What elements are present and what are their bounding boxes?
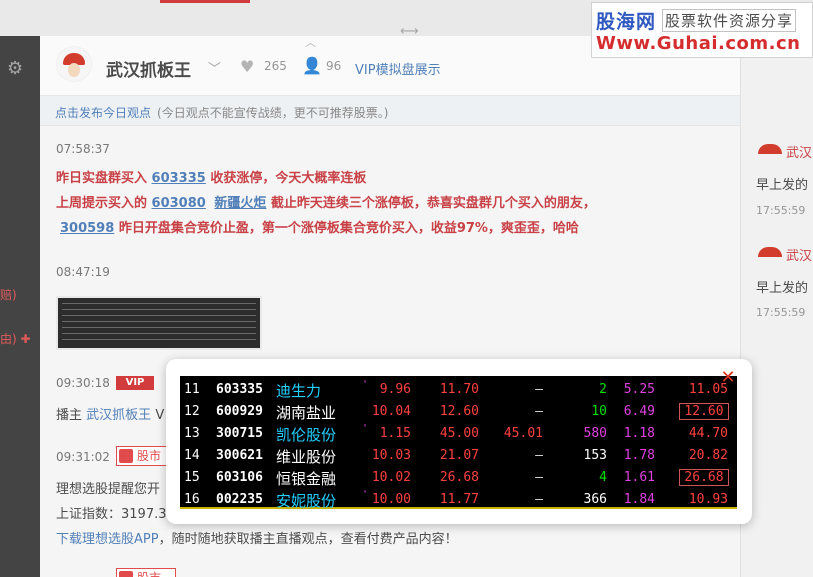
- stock-name-cell: 凯伦股份: [276, 426, 337, 444]
- table-row: 14 300621 维业股份 10.03 21.07 — 153 1.78 20.82: [180, 445, 737, 467]
- volume-cell: 580: [583, 426, 607, 441]
- table-row: 15 603106 恒银金融 10.02 26.68 — 4 1.61 26.68: [180, 467, 737, 489]
- row-index-cell: 16: [184, 492, 200, 507]
- volume-cell: 2: [599, 382, 607, 397]
- change-percent-cell: 10.02: [371, 470, 411, 485]
- change-percent-cell: 10.04: [371, 404, 411, 419]
- ratio-cell: 6.49: [623, 404, 655, 419]
- stock-name-cell: 湖南盐业: [276, 404, 337, 422]
- stock-code-cell: 600929: [216, 404, 263, 419]
- price-cell: 11.70: [439, 382, 479, 397]
- limit-price-cell: —: [535, 404, 543, 419]
- stock-name-cell: 安妮股份: [276, 492, 337, 510]
- price-cell: 11.77: [439, 492, 479, 507]
- volume-cell: 10: [591, 404, 607, 419]
- marker-cell: ': [362, 489, 369, 500]
- marker-cell: ': [362, 423, 369, 434]
- stock-name-cell: 恒银金融: [276, 470, 337, 488]
- stock-code-cell: 603106: [216, 470, 263, 485]
- marker-cell: ': [362, 379, 369, 390]
- stock-code-cell: 300715: [216, 426, 263, 441]
- price-cell: 45.00: [439, 426, 479, 441]
- row-index-cell: 12: [184, 404, 200, 419]
- row-index-cell: 15: [184, 470, 200, 485]
- ratio-cell: 1.78: [623, 448, 655, 463]
- volume-cell: 153: [583, 448, 607, 463]
- stock-code-cell: 002235: [216, 492, 263, 507]
- row-index-cell: 14: [184, 448, 200, 463]
- ratio-cell: 5.25: [623, 382, 655, 397]
- table-row: 12 600929 湖南盐业 10.04 12.60 — 10 6.49 12.60: [180, 401, 737, 423]
- volume-cell: 4: [599, 470, 607, 485]
- stock-quote-table: 11 603335 迪生力 ' 9.96 11.70—2 5.25 11.05 12 600929…: [180, 376, 737, 511]
- limit-price-cell: —: [535, 382, 543, 397]
- price-cell: 26.68: [439, 470, 479, 485]
- change-percent-cell: 9.96: [379, 382, 411, 397]
- change-percent-cell: 10.03: [371, 448, 411, 463]
- ratio-cell: 1.18: [623, 426, 655, 441]
- row-index-cell: 13: [184, 426, 200, 441]
- limit-price-cell: 45.01: [503, 426, 543, 441]
- table-row: 11 603335 迪生力 ' 9.96 11.70—2 5.25 11.05: [180, 379, 737, 401]
- last-price-cell: 20.82: [688, 448, 728, 463]
- image-preview-modal: 11 603335 迪生力 ' 9.96 11.70—2 5.25 11.05 12 600929…: [166, 359, 752, 524]
- last-price-cell: 44.70: [688, 426, 728, 441]
- limit-price-cell: —: [535, 448, 543, 463]
- ratio-cell: 1.61: [623, 470, 655, 485]
- last-price-cell: 26.68: [679, 469, 729, 486]
- stock-code-cell: 603335: [216, 382, 263, 397]
- close-icon[interactable]: ✕: [718, 369, 738, 389]
- volume-cell: 366: [583, 492, 607, 507]
- limit-price-cell: —: [535, 470, 543, 485]
- last-price-cell: 12.60: [679, 403, 729, 420]
- stock-name-cell: 迪生力: [276, 382, 322, 400]
- ratio-cell: 1.84: [623, 492, 655, 507]
- change-percent-cell: 1.15: [379, 426, 411, 441]
- limit-price-cell: —: [535, 492, 543, 507]
- stock-name-cell: 维业股份: [276, 448, 337, 466]
- table-row: 16 002235 安妮股份 ' 10.00 11.77 — 366 1.84 10.93: [180, 489, 737, 511]
- price-cell: 12.60: [439, 404, 479, 419]
- last-price-cell: 10.93: [688, 492, 728, 507]
- price-cell: 21.07: [439, 448, 479, 463]
- stock-code-cell: 300621: [216, 448, 263, 463]
- table-row: 13 300715 凯伦股份 ' 1.15 45.00 45.01 580 1.18 44.70: [180, 423, 737, 445]
- change-percent-cell: 10.00: [371, 492, 411, 507]
- row-index-cell: 11: [184, 382, 200, 397]
